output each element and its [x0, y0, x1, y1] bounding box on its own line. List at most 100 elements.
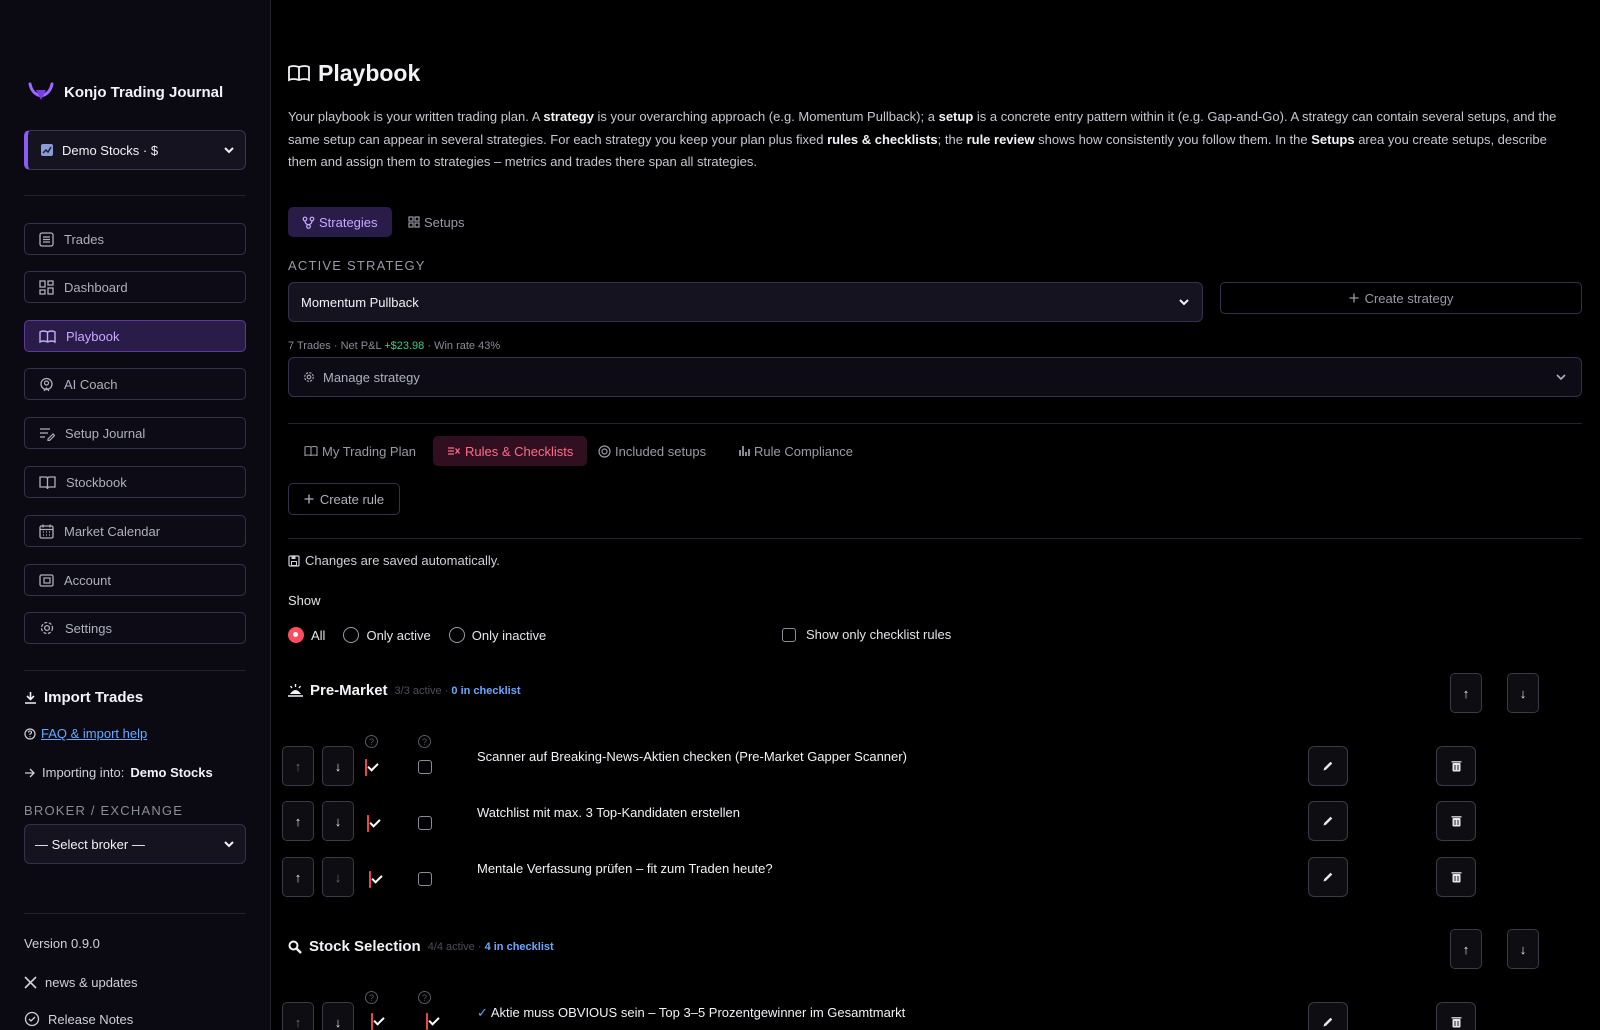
strategy-stats: 7 Trades · Net P&L +$23.98 · Win rate 43… — [288, 340, 501, 352]
branch-icon — [302, 216, 315, 229]
sidebar-item-setup-journal[interactable]: Setup Journal — [24, 417, 246, 449]
rule-checklist-checkbox[interactable] — [426, 1013, 428, 1030]
app-name: Konjo Trading Journal — [64, 83, 224, 101]
rule-move-up-button[interactable]: ↑ — [282, 1002, 314, 1030]
manage-strategy-toggle[interactable]: Manage strategy — [288, 357, 1582, 397]
brand[interactable]: Konjo Trading Journal — [28, 82, 223, 102]
group-move-down-button[interactable]: ↓ — [1507, 673, 1539, 713]
edit-rule-button[interactable] — [1308, 746, 1348, 786]
strategy-select[interactable]: Momentum Pullback — [288, 282, 1203, 322]
group-move-up-button[interactable]: ↑ — [1450, 673, 1482, 713]
rule-active-checkbox[interactable] — [369, 871, 371, 888]
sidebar-item-trades[interactable]: Trades — [24, 223, 246, 255]
sidebar-item-label: Playbook — [66, 328, 120, 344]
radio-only-active[interactable] — [343, 627, 360, 643]
sidebar-divider — [24, 195, 246, 196]
sidebar-item-dashboard[interactable]: Dashboard — [24, 271, 246, 303]
delete-rule-button[interactable] — [1436, 801, 1476, 841]
x-logo-icon — [24, 976, 37, 989]
tab-setups[interactable]: Setups — [394, 207, 478, 237]
tab-my-trading-plan[interactable]: My Trading Plan — [290, 436, 430, 466]
sidebar-item-settings[interactable]: Settings — [24, 612, 246, 644]
release-notes-link[interactable]: Release Notes — [24, 1011, 133, 1027]
account-select[interactable]: Demo Stocks · $ — [24, 130, 246, 170]
rule-checklist-checkbox[interactable] — [418, 872, 432, 886]
list-icon — [39, 231, 54, 247]
faq-link[interactable]: FAQ & import help — [24, 726, 147, 741]
news-link[interactable]: news & updates — [24, 975, 138, 990]
sidebar-item-account[interactable]: Account — [24, 564, 246, 596]
group-move-down-button[interactable]: ↓ — [1507, 929, 1539, 969]
account-name: Demo Stocks · $ — [62, 142, 159, 158]
plus-icon — [304, 494, 314, 504]
radio-all[interactable] — [288, 627, 304, 643]
sidebar-item-label: Account — [64, 572, 111, 588]
rule-move-up-button[interactable]: ↑ — [282, 801, 314, 841]
edit-rule-button[interactable] — [1308, 801, 1348, 841]
gear-icon — [303, 371, 315, 383]
sidebar-item-ai-coach[interactable]: AI Coach — [24, 368, 246, 400]
pencil-icon — [1322, 1016, 1334, 1028]
rule-checklist-checkbox[interactable] — [418, 816, 432, 830]
app-version: Version 0.9.0 — [24, 936, 100, 951]
importing-into: Importing into: Demo Stocks — [24, 765, 213, 780]
sidebar-item-playbook[interactable]: Playbook — [24, 320, 246, 352]
delete-rule-button[interactable] — [1436, 1002, 1476, 1030]
help-icon[interactable]: ? — [418, 991, 431, 1004]
rule-move-down-button[interactable]: ↓ — [322, 1002, 354, 1030]
book-icon — [288, 64, 310, 83]
arrow-right-icon — [24, 768, 36, 778]
help-icon[interactable]: ? — [365, 991, 378, 1004]
delete-rule-button[interactable] — [1436, 746, 1476, 786]
create-rule-button[interactable]: Create rule — [288, 483, 400, 515]
active-strategy-label: ACTIVE STRATEGY — [288, 258, 426, 273]
rule-move-down-button[interactable]: ↓ — [322, 857, 354, 897]
checklist-only-checkbox[interactable] — [782, 627, 796, 642]
checklist-only-filter[interactable]: Show only checklist rules — [782, 627, 951, 642]
trash-icon — [1451, 1016, 1462, 1028]
sidebar-item-stockbook[interactable]: Stockbook — [24, 466, 246, 498]
section-divider — [288, 423, 1582, 424]
rule-move-up-button[interactable]: ↑ — [282, 746, 314, 786]
rule-active-checkbox[interactable] — [367, 815, 369, 832]
rule-active-checkbox[interactable] — [371, 1013, 373, 1030]
gear-icon — [39, 620, 55, 636]
tab-rules-checklists[interactable]: Rules & Checklists — [433, 436, 588, 466]
rule-active-checkbox[interactable] — [365, 759, 367, 776]
edit-rule-button[interactable] — [1308, 1002, 1348, 1030]
section-divider — [288, 538, 1582, 539]
tab-rule-compliance[interactable]: Rule Compliance — [724, 436, 867, 466]
group-move-up-button[interactable]: ↑ — [1450, 929, 1482, 969]
rule-text: Scanner auf Breaking-News-Aktien checken… — [477, 749, 907, 764]
tab-included-setups[interactable]: Included setups — [584, 436, 720, 466]
pencil-icon — [1322, 815, 1334, 827]
delete-rule-button[interactable] — [1436, 857, 1476, 897]
logo-icon — [28, 82, 54, 102]
sidebar-item-label: Stockbook — [66, 474, 127, 490]
tab-strategies[interactable]: Strategies — [288, 207, 392, 237]
show-label: Show — [288, 593, 321, 608]
help-icon[interactable]: ? — [418, 735, 431, 748]
rule-move-down-button[interactable]: ↓ — [322, 801, 354, 841]
grid-icon — [408, 216, 420, 228]
chevron-down-icon — [1178, 296, 1190, 308]
rule-move-up-button[interactable]: ↑ — [282, 857, 314, 897]
radio-only-inactive[interactable] — [448, 627, 465, 643]
autosave-note: Changes are saved automatically. — [288, 553, 500, 568]
broker-select[interactable]: — Select broker — — [24, 824, 246, 864]
stockbook-icon — [39, 475, 56, 490]
rule-checklist-checkbox[interactable] — [418, 760, 432, 774]
rule-text: ✓ Aktie muss OBVIOUS sein – Top 3–5 Proz… — [477, 1005, 906, 1020]
sunrise-icon — [288, 684, 303, 697]
bar-chart-icon — [738, 445, 750, 457]
wallet-icon — [39, 573, 54, 588]
sidebar-item-market-calendar[interactable]: Market Calendar — [24, 515, 246, 547]
edit-rule-button[interactable] — [1308, 857, 1348, 897]
help-icon[interactable]: ? — [365, 735, 378, 748]
sidebar-item-label: Setup Journal — [65, 425, 146, 441]
create-strategy-button[interactable]: Create strategy — [1220, 282, 1582, 314]
rule-move-down-button[interactable]: ↓ — [322, 746, 354, 786]
sidebar: Konjo Trading Journal Demo Stocks · $ Tr… — [0, 0, 271, 1030]
grid-icon — [39, 279, 54, 295]
group-header-pre-market: Pre-Market 3/3 active · 0 in checklist — [288, 682, 521, 699]
